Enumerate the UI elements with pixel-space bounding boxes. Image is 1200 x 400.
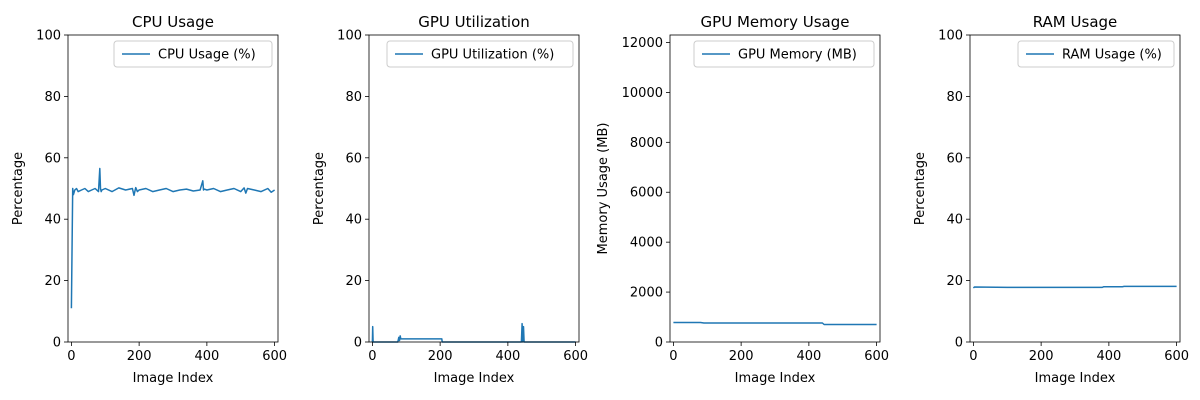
gpu-memory-usage-y-tick-label: 10000 xyxy=(622,86,663,101)
gpu-memory-usage-y-tick-label: 0 xyxy=(655,336,663,351)
cpu-usage-y-axis-label: Percentage xyxy=(11,152,26,225)
gpu-memory-usage-y-axis-label: Memory Usage (MB) xyxy=(596,123,611,255)
ram-usage-x-tick-label: 0 xyxy=(969,349,977,364)
gpu-memory-usage-y-tick-label: 2000 xyxy=(630,286,663,301)
ram-usage-legend: RAM Usage (%) xyxy=(1017,40,1175,68)
gpu-utilization-y-axis-label: Percentage xyxy=(312,152,327,225)
gpu-memory-usage-x-axis-label: Image Index xyxy=(735,371,816,386)
ram-usage-legend-label: RAM Usage (%) xyxy=(1062,48,1162,63)
cpu-usage-legend-label: CPU Usage (%) xyxy=(158,48,256,63)
ram-usage-x-tick-label: 600 xyxy=(1164,349,1189,364)
cpu-usage-title: CPU Usage xyxy=(132,13,214,31)
ram-usage-x-tick-label: 400 xyxy=(1096,349,1121,364)
gpu-utilization-x-axis-label: Image Index xyxy=(434,371,515,386)
gpu-utilization-y-tick-label: 40 xyxy=(345,213,362,228)
gpu-memory-usage-y-tick-label: 12000 xyxy=(622,36,663,51)
cpu-usage-y-tick-label: 20 xyxy=(44,274,61,289)
cpu-usage-y-tick-label: 60 xyxy=(44,151,61,166)
gpu-memory-usage-legend: GPU Memory (MB) xyxy=(693,40,875,68)
ram-usage-x-axis-label: Image Index xyxy=(1035,371,1116,386)
gpu-memory-usage-y-tick-label: 6000 xyxy=(630,186,663,201)
ram-usage-y-axis-label: Percentage xyxy=(913,152,928,225)
cpu-usage-legend: CPU Usage (%) xyxy=(113,40,273,68)
gpu-memory-usage-y-tick-label: 4000 xyxy=(630,236,663,251)
ram-usage-title: RAM Usage xyxy=(1033,13,1118,31)
gpu-utilization-x-tick-label: 200 xyxy=(428,349,453,364)
figure: CPU Usage0 200 400 600020406080100Image Ind… xyxy=(0,0,1200,400)
gpu-memory-usage-x-tick-label: 400 xyxy=(796,349,821,364)
cpu-usage-y-tick-label: 80 xyxy=(44,90,61,105)
gpu-utilization-y-tick-label: 0 xyxy=(354,336,362,351)
cpu-usage-x-tick-label: 0 xyxy=(67,349,75,364)
ram-usage-y-tick-label: 80 xyxy=(946,90,963,105)
gpu-utilization-y-tick-label: 80 xyxy=(345,90,362,105)
gpu-memory-usage-title: GPU Memory Usage xyxy=(701,13,850,31)
gpu-memory-usage-x-tick-label: 200 xyxy=(729,349,754,364)
gpu-utilization-y-tick-label: 100 xyxy=(337,29,362,44)
ram-usage-y-tick-label: 20 xyxy=(946,274,963,289)
ram-usage-y-tick-label: 0 xyxy=(955,336,963,351)
cpu-usage-y-tick-label: 0 xyxy=(53,336,61,351)
gpu-memory-usage-legend-label: GPU Memory (MB) xyxy=(738,48,857,63)
ram-usage-x-tick-label: 200 xyxy=(1029,349,1054,364)
gpu-utilization-y-tick-label: 20 xyxy=(345,274,362,289)
gpu-memory-usage-x-tick-label: 600 xyxy=(864,349,889,364)
gpu-utilization-legend-label: GPU Utilization (%) xyxy=(431,48,554,63)
cpu-usage-x-tick-label: 400 xyxy=(194,349,219,364)
cpu-usage-y-tick-label: 40 xyxy=(44,213,61,228)
cpu-usage-x-tick-label: 200 xyxy=(127,349,152,364)
gpu-memory-usage-x-tick-label: 0 xyxy=(669,349,677,364)
ram-usage-y-tick-label: 100 xyxy=(938,29,963,44)
cpu-usage-x-axis-label: Image Index xyxy=(133,371,214,386)
gpu-utilization-y-tick-label: 60 xyxy=(345,151,362,166)
ram-usage-y-tick-label: 40 xyxy=(946,213,963,228)
ram-usage-y-tick-label: 60 xyxy=(946,151,963,166)
gpu-utilization-x-tick-label: 400 xyxy=(495,349,520,364)
cpu-usage-y-tick-label: 100 xyxy=(36,29,61,44)
gpu-utilization-title: GPU Utilization xyxy=(418,13,530,31)
gpu-utilization-x-tick-label: 0 xyxy=(368,349,376,364)
gpu-utilization-x-tick-label: 600 xyxy=(563,349,588,364)
cpu-usage-x-tick-label: 600 xyxy=(262,349,287,364)
gpu-memory-usage-y-tick-label: 8000 xyxy=(630,136,663,151)
gpu-utilization-legend: GPU Utilization (%) xyxy=(386,40,574,68)
